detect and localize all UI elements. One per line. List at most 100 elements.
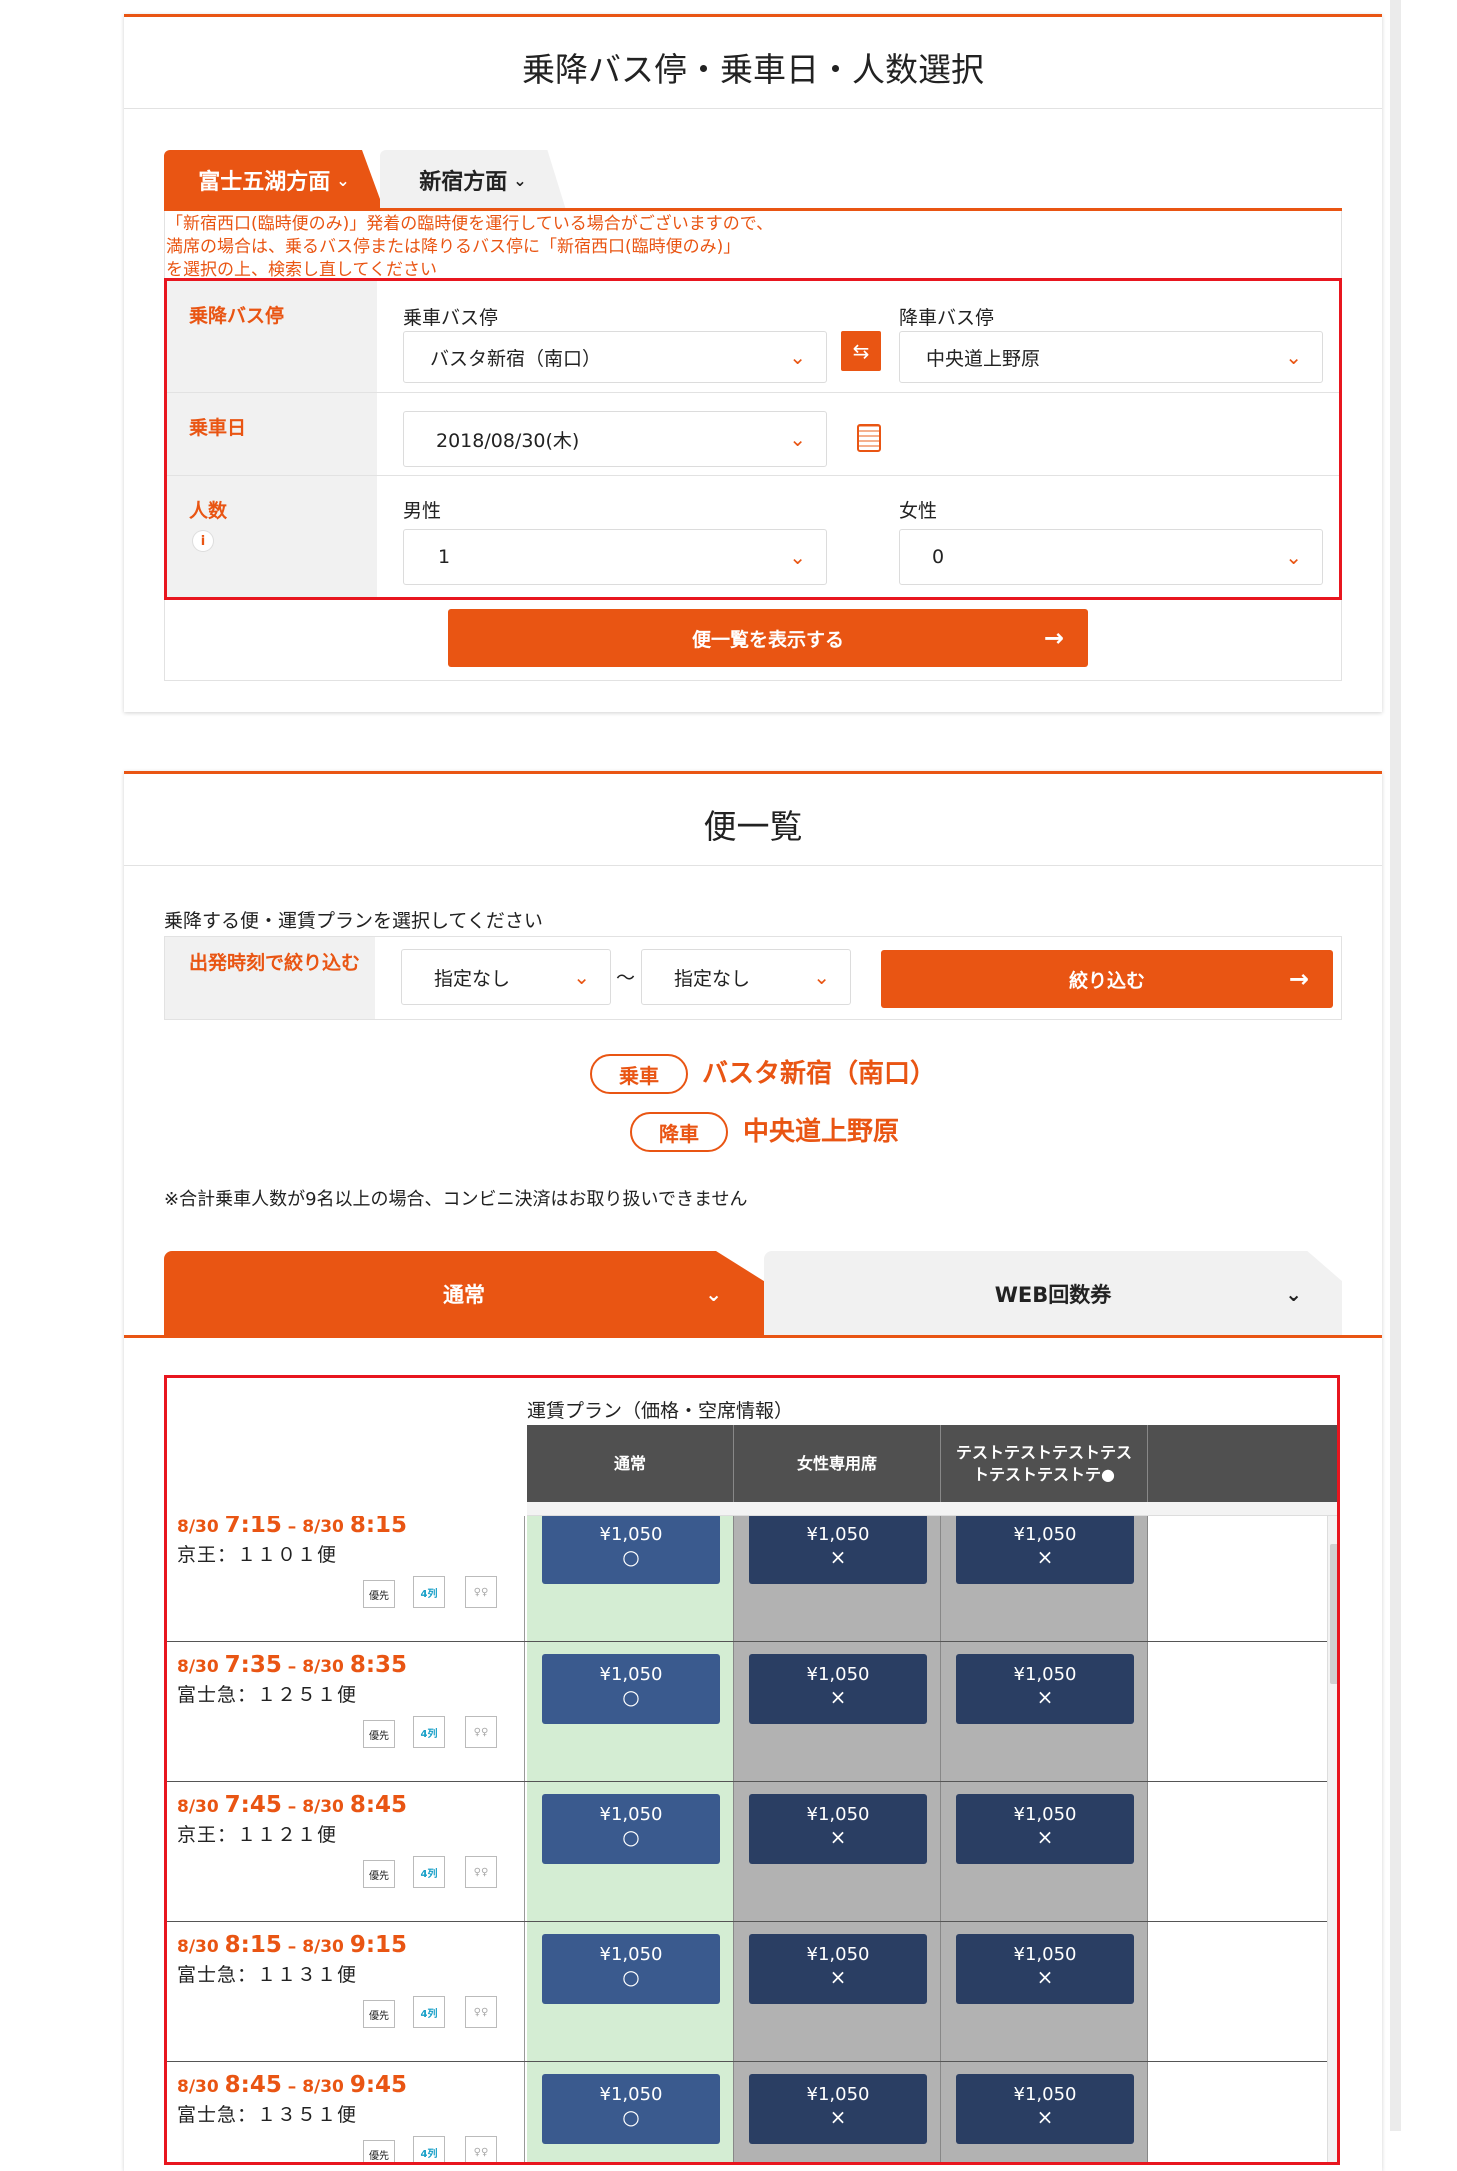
people-label-text: 人数 <box>189 500 228 522</box>
fare-price: ¥1,050 <box>599 1524 663 1545</box>
tab-fujigoko[interactable]: 富士五湖方面 ⌄ <box>164 150 384 210</box>
divider <box>124 108 1382 109</box>
info-icon[interactable]: i <box>193 531 213 551</box>
price-cell: ¥1,050 × <box>734 2062 941 2162</box>
departure-cell: 8/30 7:45 – 8/30 8:45 京王：１１２１便 優先 4列 ♀♀ <box>167 1782 525 1921</box>
fare-price: ¥1,050 <box>806 1944 870 1965</box>
swap-icon[interactable]: ⇆ <box>841 331 881 371</box>
fare-button[interactable]: ¥1,050 ○ <box>542 1934 720 2004</box>
fare-price: ¥1,050 <box>1013 1944 1077 1965</box>
availability-mark: × <box>1036 1685 1054 1709</box>
priority-seat-icon: 優先 <box>363 2000 395 2028</box>
fare-button[interactable]: ¥1,050 ○ <box>542 2074 720 2144</box>
fare-price: ¥1,050 <box>599 1804 663 1825</box>
board-value: バスタ新宿（南口） <box>430 347 602 370</box>
fare-button[interactable]: ¥1,050 × <box>749 1794 927 1864</box>
arrive-time: 8:45 <box>349 1792 408 1818</box>
vertical-scrollbar[interactable] <box>1327 1516 1337 2162</box>
tab-normal[interactable]: 通常 ⌄ <box>164 1251 764 1337</box>
show-list-label: 便一覧を表示する <box>691 628 844 651</box>
tab-web-ticket[interactable]: WEB回数券 ⌄ <box>764 1251 1342 1337</box>
alight-label: 降車バス停 <box>899 307 995 329</box>
scrollbar-thumb[interactable] <box>1330 1544 1337 1684</box>
arrive-time: 8:15 <box>349 1516 408 1538</box>
fare-price: ¥1,050 <box>1013 1804 1077 1825</box>
fare-button[interactable]: ¥1,050 ○ <box>542 1794 720 1864</box>
arrive-date: 8/30 <box>302 1937 344 1957</box>
male-select[interactable]: 1 ⌄ <box>403 529 827 585</box>
show-list-button[interactable]: 便一覧を表示する → <box>448 609 1088 667</box>
fare-price: ¥1,050 <box>806 1524 870 1545</box>
table-row: 8/30 7:45 – 8/30 8:45 京王：１１２１便 優先 4列 ♀♀ ¥1,05… <box>167 1782 1327 1922</box>
horizontal-scrollbar[interactable] <box>527 1502 1337 1516</box>
availability-mark: × <box>1036 1545 1054 1569</box>
departure-time: 8/30 7:45 – 8/30 8:45 <box>177 1792 408 1818</box>
fare-button[interactable]: ¥1,050 × <box>749 1516 927 1584</box>
service-name: 京王：１１２１便 <box>177 1824 338 1846</box>
plan-header: 運賃プラン（価格・空席情報） <box>527 1400 794 1422</box>
chevron-down-icon: ⌄ <box>789 427 806 451</box>
instruction-text: 乗降する便・運賃プランを選択してください <box>164 910 543 932</box>
priority-seat-icon: 優先 <box>363 1860 395 1888</box>
departure-cell: 8/30 8:15 – 8/30 9:15 富士急：１１３１便 優先 4列 ♀♀ <box>167 1922 525 2061</box>
to-time-value: 指定なし <box>674 967 751 990</box>
price-cell: ¥1,050 ○ <box>527 1922 734 2061</box>
fare-button[interactable]: ¥1,050 × <box>749 1934 927 2004</box>
availability-mark: × <box>829 1965 847 1989</box>
availability-mark: × <box>1036 2105 1054 2129</box>
price-cell: ¥1,050 × <box>941 1642 1148 1781</box>
fare-button[interactable]: ¥1,050 × <box>956 2074 1134 2144</box>
female-label: 女性 <box>899 500 938 522</box>
fare-price: ¥1,050 <box>1013 1524 1077 1545</box>
depart-date: 8/30 <box>177 1797 219 1817</box>
list-card: 便一覧 乗降する便・運賃プランを選択してください 出発時刻で絞り込む 指定なし … <box>124 771 1382 2171</box>
tab-shinjuku[interactable]: 新宿方面 ⌄ <box>380 150 566 210</box>
price-cell: ¥1,050 × <box>941 2062 1148 2162</box>
fare-button[interactable]: ¥1,050 × <box>956 1516 1134 1584</box>
availability-mark: ○ <box>622 1685 640 1709</box>
from-time-select[interactable]: 指定なし ⌄ <box>401 949 611 1005</box>
fare-button[interactable]: ¥1,050 ○ <box>542 1516 720 1584</box>
board-stop-name: バスタ新宿（南口） <box>702 1059 937 1089</box>
fare-price: ¥1,050 <box>806 2084 870 2105</box>
alight-stop-name: 中央道上野原 <box>743 1117 900 1147</box>
departure-time: 8/30 8:15 – 8/30 9:15 <box>177 1932 408 1958</box>
date-select[interactable]: 2018/08/30(木) ⌄ <box>403 411 827 467</box>
fare-price: ¥1,050 <box>1013 1664 1077 1685</box>
four-row-seat-icon: 4列 <box>413 2136 445 2162</box>
fare-button[interactable]: ¥1,050 ○ <box>542 1654 720 1724</box>
alight-select[interactable]: 中央道上野原 ⌄ <box>899 331 1323 383</box>
filter-button[interactable]: 絞り込む → <box>881 950 1333 1008</box>
departure-cell: 8/30 8:45 – 8/30 9:45 富士急：１３５１便 優先 4列 ♀♀ <box>167 2062 525 2162</box>
four-row-seat-icon: 4列 <box>413 1996 445 2028</box>
fare-button[interactable]: ¥1,050 × <box>749 1654 927 1724</box>
availability-mark: × <box>829 1545 847 1569</box>
date-value: 2018/08/30(木) <box>436 429 580 452</box>
fare-button[interactable]: ¥1,050 × <box>956 1794 1134 1864</box>
male-value: 1 <box>438 546 451 568</box>
priority-seat-icon: 優先 <box>363 1580 395 1608</box>
depart-time: 8:45 <box>224 2072 282 2098</box>
fare-button[interactable]: ¥1,050 × <box>749 2074 927 2144</box>
board-select[interactable]: バスタ新宿（南口） ⌄ <box>403 331 827 383</box>
fare-price: ¥1,050 <box>599 2084 663 2105</box>
chevron-down-icon: ⌄ <box>1285 345 1302 369</box>
fare-button[interactable]: ¥1,050 × <box>956 1934 1134 2004</box>
calendar-icon[interactable] <box>857 424 881 452</box>
tab-label: 通常 <box>443 1283 485 1307</box>
arrive-time: 8:35 <box>349 1652 408 1678</box>
depart-time: 7:15 <box>224 1516 282 1538</box>
list-title: 便一覧 <box>703 807 803 846</box>
priority-seat-icon: 優先 <box>363 1720 395 1748</box>
to-time-select[interactable]: 指定なし ⌄ <box>641 949 851 1005</box>
availability-mark: × <box>1036 1825 1054 1849</box>
arrive-date: 8/30 <box>302 1657 344 1677</box>
priority-seat-icon: 優先 <box>363 2140 395 2162</box>
fare-button[interactable]: ¥1,050 × <box>956 1654 1134 1724</box>
female-select[interactable]: 0 ⌄ <box>899 529 1323 585</box>
four-row-seat-icon: 4列 <box>413 1576 445 1608</box>
departure-time: 8/30 7:15 – 8/30 8:15 <box>177 1516 407 1538</box>
page-gutter <box>1390 0 1401 2131</box>
availability-mark: ○ <box>622 1545 640 1569</box>
departure-cell: 8/30 7:15 – 8/30 8:15 京王：１１０１便 優先 4列 ♀♀ <box>167 1516 525 1641</box>
